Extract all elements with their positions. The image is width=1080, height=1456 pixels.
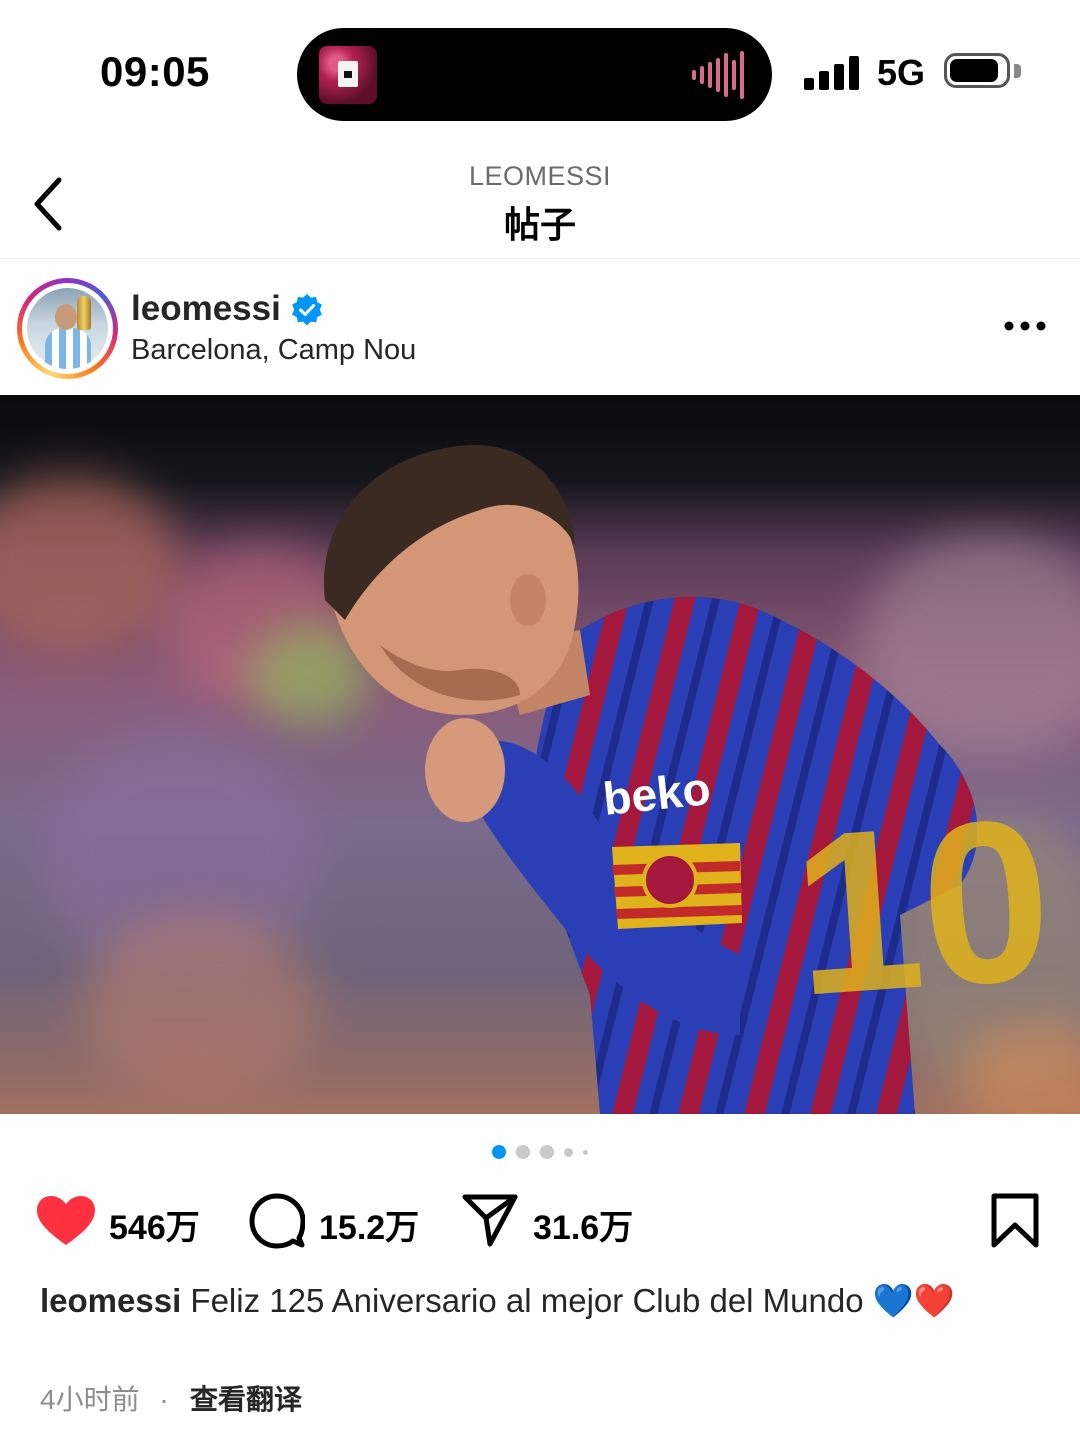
meta-separator: · [159,1384,169,1415]
carousel-dot [583,1149,588,1155]
more-options-button[interactable] [1003,318,1047,334]
post-photo[interactable]: beko 10 [0,395,1080,1114]
comment-count[interactable]: 15.2万 [319,1200,419,1249]
carousel-dot [564,1147,573,1157]
share-count[interactable]: 31.6万 [533,1200,633,1249]
svg-text:10: 10 [785,770,1058,1044]
carousel-dot [516,1145,530,1159]
post-location[interactable]: Barcelona, Camp Nou [131,334,416,367]
carousel-dot [540,1145,554,1159]
network-type: 5G [877,52,926,93]
player-figure: beko 10 [323,444,1059,1114]
share-button[interactable] [462,1193,518,1247]
post-time: 4小时前 · [40,1378,169,1418]
like-count[interactable]: 546万 [109,1200,200,1249]
battery-tip [1014,64,1021,78]
carousel-indicator [0,1145,1080,1159]
audio-waveform-icon [692,50,752,100]
verified-badge-icon [292,293,322,326]
comment-button[interactable] [249,1193,305,1249]
time-ago: 4小时前 [40,1384,140,1415]
avatar[interactable] [17,278,118,379]
like-button[interactable] [36,1195,96,1247]
post-caption: leomessi Feliz 125 Aniversario al mejor … [40,1278,1030,1323]
battery-icon [944,53,1010,88]
save-button[interactable] [990,1193,1040,1248]
page-title: 帖子 [503,205,576,246]
cellular-signal-icon [804,56,859,90]
dynamic-island[interactable] [297,28,772,121]
profile-username-header: LEOMESSI [468,161,612,191]
caption-text: Feliz 125 Aniversario al mejor Club del … [190,1282,955,1319]
see-translation-link[interactable]: 查看翻译 [190,1378,302,1418]
header-divider [0,258,1080,259]
now-playing-artwork[interactable] [319,46,377,104]
post-username[interactable]: leomessi [131,289,281,329]
carousel-dot-active [492,1145,506,1159]
status-time: 09:05 [100,48,210,95]
caption-username[interactable]: leomessi [40,1282,181,1319]
